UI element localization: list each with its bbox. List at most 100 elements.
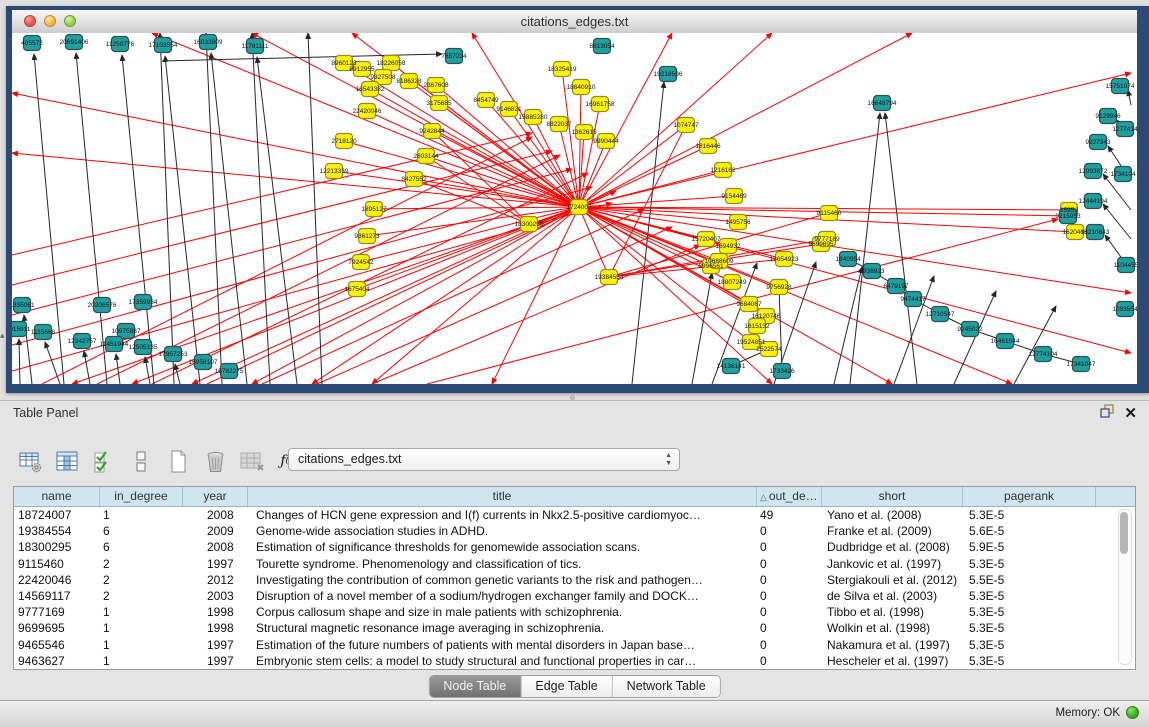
table-cell[interactable]: 5.6E-5 [963, 523, 1096, 539]
table-cell[interactable]: 14569117 [14, 588, 100, 604]
table-cell[interactable]: 0 [757, 604, 822, 620]
table-cell[interactable]: 0 [757, 539, 822, 555]
table-cell[interactable]: 1 [100, 653, 183, 669]
table-cell[interactable]: Estimation of significance thresholds fo… [248, 539, 757, 555]
table-cell[interactable]: Franke et al. (2009) [822, 523, 963, 539]
table-cell[interactable]: 9699695 [14, 620, 100, 636]
table-cell[interactable]: 0 [757, 653, 822, 669]
table-select-dropdown[interactable]: citations_edges.txt ▲▼ [288, 448, 680, 471]
table-row[interactable]: 977716911998Corpus callosum shape and si… [14, 604, 1135, 620]
table-cell[interactable]: 2012 [183, 572, 248, 588]
table-cell[interactable]: 5.3E-5 [963, 620, 1096, 636]
table-cell[interactable]: Yano et al. (2008) [822, 507, 963, 523]
table-row[interactable]: 1872400712008Changes of HCN gene express… [14, 507, 1135, 523]
memory-status[interactable]: Memory: OK [1055, 706, 1139, 719]
table-cell[interactable]: 0 [757, 556, 822, 572]
table-cell[interactable]: 9777169 [14, 604, 100, 620]
table-cell[interactable]: 1997 [183, 637, 248, 653]
table-cell[interactable]: 9465546 [14, 637, 100, 653]
table-cell[interactable]: 1997 [183, 556, 248, 572]
column-header-title[interactable]: title [248, 487, 757, 506]
table-cell[interactable]: 1 [100, 604, 183, 620]
table-cell[interactable]: 2008 [183, 507, 248, 523]
network-view[interactable]: 1724007896012389129551822605893275081654… [12, 33, 1137, 384]
column-header-name[interactable]: name [14, 487, 100, 506]
table-row[interactable]: 1938455462009Genome-wide association stu… [14, 523, 1135, 539]
table-mode-button[interactable] [16, 447, 44, 475]
table-cell[interactable]: Embryonic stem cells: a model to study s… [248, 653, 757, 669]
table-cell[interactable]: 19384554 [14, 523, 100, 539]
table-row[interactable]: 946554611997Estimation of the future num… [14, 637, 1135, 653]
column-header-pagerank[interactable]: pagerank [963, 487, 1096, 506]
table-cell[interactable]: 5.3E-5 [963, 604, 1096, 620]
table-cell[interactable]: 1998 [183, 604, 248, 620]
table-cell[interactable]: 5.5E-5 [963, 572, 1096, 588]
table-cell[interactable]: 2008 [183, 539, 248, 555]
table-cell[interactable]: 18300295 [14, 539, 100, 555]
table-vertical-scrollbar[interactable] [1118, 509, 1132, 665]
table-cell[interactable]: Jankovic et al. (1997) [822, 556, 963, 572]
table-cell[interactable]: Structural magnetic resonance image aver… [248, 620, 757, 636]
table-cell[interactable]: 0 [757, 572, 822, 588]
show-columns-button[interactable] [53, 447, 81, 475]
tab-edge-table[interactable]: Edge Table [520, 676, 611, 697]
select-columns-button[interactable] [90, 447, 118, 475]
table-cell[interactable]: Nakamura et al. (1997) [822, 637, 963, 653]
table-cell[interactable]: Genome-wide association studies in ADHD. [248, 523, 757, 539]
table-row[interactable]: 1830029562008Estimation of significance … [14, 539, 1135, 555]
table-cell[interactable]: 22420046 [14, 572, 100, 588]
table-cell[interactable]: 0 [757, 637, 822, 653]
table-cell[interactable]: 5.3E-5 [963, 637, 1096, 653]
table-cell[interactable]: 5.3E-5 [963, 653, 1096, 669]
sash-arrow-icon[interactable]: ▴ [0, 331, 5, 340]
close-panel-icon[interactable]: ✕ [1124, 406, 1137, 421]
table-cell[interactable]: 0 [757, 620, 822, 636]
delete-column-button[interactable] [201, 447, 229, 475]
table-cell[interactable]: 2 [100, 572, 183, 588]
table-cell[interactable]: 18724007 [14, 507, 100, 523]
table-cell[interactable]: 2009 [183, 523, 248, 539]
table-cell[interactable]: 9115460 [14, 556, 100, 572]
table-cell[interactable]: 1 [100, 637, 183, 653]
table-cell[interactable]: 5.9E-5 [963, 539, 1096, 555]
table-cell[interactable]: 1 [100, 507, 183, 523]
table-cell[interactable]: Disruption of a novel member of a sodium… [248, 588, 757, 604]
table-cell[interactable]: Estimation of the future numbers of pati… [248, 637, 757, 653]
table-cell[interactable]: 6 [100, 539, 183, 555]
table-cell[interactable]: Corpus callosum shape and size in male p… [248, 604, 757, 620]
table-cell[interactable]: 1 [100, 620, 183, 636]
table-cell[interactable]: 6 [100, 523, 183, 539]
table-cell[interactable]: 2 [100, 588, 183, 604]
scrollbar-thumb[interactable] [1120, 512, 1128, 554]
column-header-out-de-[interactable]: △out_de… [757, 487, 822, 506]
tab-node-table[interactable]: Node Table [429, 676, 520, 697]
tab-network-table[interactable]: Network Table [612, 676, 720, 697]
table-cell[interactable]: Tourette syndrome. Phenomenology and cla… [248, 556, 757, 572]
table-cell[interactable]: 5.3E-5 [963, 556, 1096, 572]
table-cell[interactable]: Stergiakouli et al. (2012) [822, 572, 963, 588]
table-row[interactable]: 969969511998Structural magnetic resonanc… [14, 620, 1135, 636]
table-cell[interactable]: Hescheler et al. (1997) [822, 653, 963, 669]
table-cell[interactable]: 2003 [183, 588, 248, 604]
table-cell[interactable]: 0 [757, 523, 822, 539]
table-cell[interactable]: 5.3E-5 [963, 507, 1096, 523]
table-cell[interactable]: Changes of HCN gene expression and I(f) … [248, 507, 757, 523]
table-row[interactable]: 911546021997Tourette syndrome. Phenomeno… [14, 556, 1135, 572]
table-cell[interactable]: 0 [757, 588, 822, 604]
float-window-icon[interactable] [1100, 404, 1114, 423]
column-header-in-degree[interactable]: in_degree [100, 487, 183, 506]
table-cell[interactable]: Investigating the contribution of common… [248, 572, 757, 588]
table-cell[interactable]: 49 [757, 507, 822, 523]
table-cell[interactable]: Tibbo et al. (1998) [822, 604, 963, 620]
column-header-year[interactable]: year [183, 487, 248, 506]
table-row[interactable]: 1456911722003Disruption of a novel membe… [14, 588, 1135, 604]
table-row[interactable]: 2242004622012Investigating the contribut… [14, 572, 1135, 588]
row-height-button[interactable] [127, 447, 155, 475]
new-column-button[interactable] [164, 447, 192, 475]
table-cell[interactable]: de Silva et al. (2003) [822, 588, 963, 604]
table-cell[interactable]: 9463627 [14, 653, 100, 669]
table-cell[interactable]: Dudbridge et al. (2008) [822, 539, 963, 555]
network-window-titlebar[interactable]: citations_edges.txt [12, 10, 1137, 34]
table-cell[interactable]: 2 [100, 556, 183, 572]
table-cell[interactable]: Wolkin et al. (1998) [822, 620, 963, 636]
